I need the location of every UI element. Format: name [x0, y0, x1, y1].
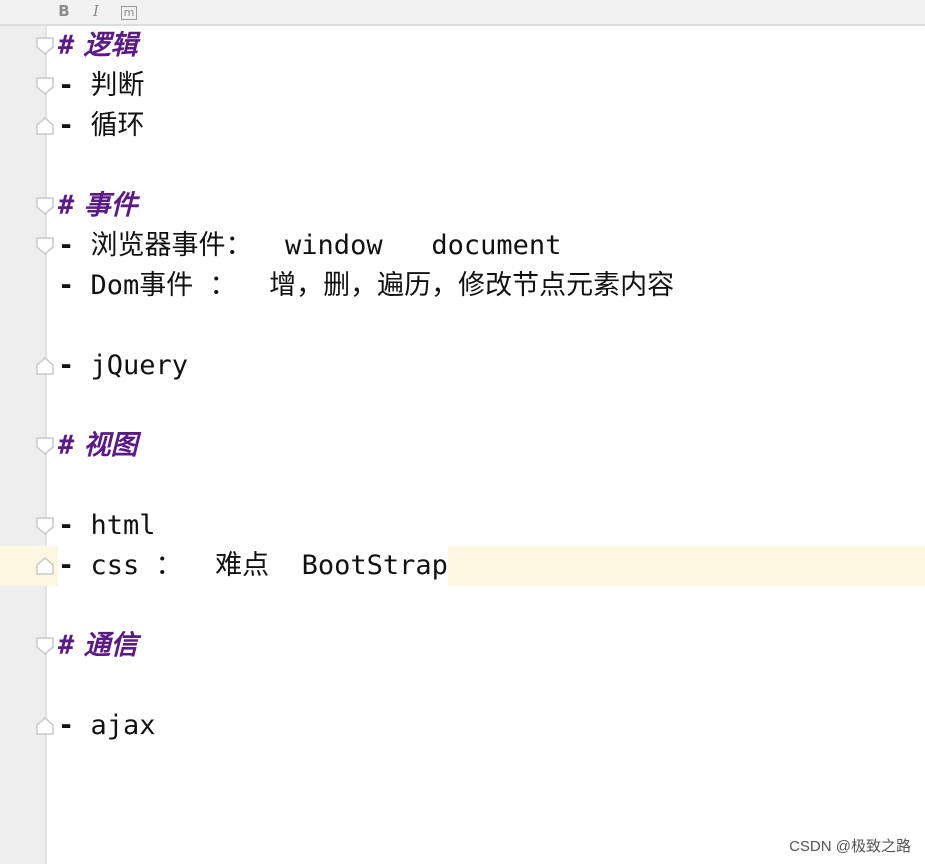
fold-open-icon[interactable] [36, 437, 54, 455]
bold-button[interactable]: B [55, 2, 73, 20]
list-item-line: - css ： 难点 BootStrap [58, 546, 448, 586]
watermark: CSDN @极致之路 [789, 838, 911, 855]
list-item-line: - Dom事件 ： 增，删，遍历，修改节点元素内容 [58, 270, 675, 301]
list-item-line: - 浏览器事件： window document [58, 230, 562, 261]
editor-line-18[interactable]: - ajax [0, 706, 925, 746]
editor-line-2[interactable]: - 判断 [0, 66, 925, 106]
editor-line-13[interactable]: - html [0, 506, 925, 546]
heading-line: # 视图 [58, 430, 138, 461]
fold-open-icon[interactable] [36, 37, 54, 55]
formatting-toolbar: B I m [0, 0, 925, 26]
list-item-line: - jQuery [58, 350, 189, 381]
editor-line-16[interactable]: # 通信 [0, 626, 925, 666]
fold-close-icon[interactable] [36, 117, 54, 135]
editor-line-5[interactable]: # 事件 [0, 186, 925, 226]
code-button[interactable]: m [120, 2, 138, 20]
editor-line-3[interactable]: - 循环 [0, 106, 925, 146]
list-item-line: - 判断 [58, 70, 145, 101]
list-item-line: - html [58, 510, 156, 541]
editor-line-11[interactable]: # 视图 [0, 426, 925, 466]
list-item-line: - 循环 [58, 110, 145, 141]
fold-close-icon[interactable] [36, 357, 54, 375]
italic-button[interactable]: I [87, 2, 105, 20]
editor-line-7[interactable]: - Dom事件 ： 增，删，遍历，修改节点元素内容 [0, 266, 925, 306]
fold-open-icon[interactable] [36, 237, 54, 255]
heading-line: # 通信 [58, 630, 138, 661]
editor-line-9[interactable]: - jQuery [0, 346, 925, 386]
fold-open-icon[interactable] [36, 77, 54, 95]
editor-line-6[interactable]: - 浏览器事件： window document [0, 226, 925, 266]
fold-close-icon[interactable] [36, 717, 54, 735]
fold-open-icon[interactable] [36, 517, 54, 535]
fold-open-icon[interactable] [36, 637, 54, 655]
editor-line-1[interactable]: # 逻辑 [0, 26, 925, 66]
fold-close-icon[interactable] [36, 557, 54, 575]
heading-line: # 逻辑 [58, 30, 138, 61]
heading-line: # 事件 [58, 190, 138, 221]
code-icon: m [120, 6, 138, 20]
editor-line-14-current[interactable]: - css ： 难点 BootStrap [0, 546, 925, 586]
list-item-line: - ajax [58, 710, 156, 741]
fold-open-icon[interactable] [36, 197, 54, 215]
